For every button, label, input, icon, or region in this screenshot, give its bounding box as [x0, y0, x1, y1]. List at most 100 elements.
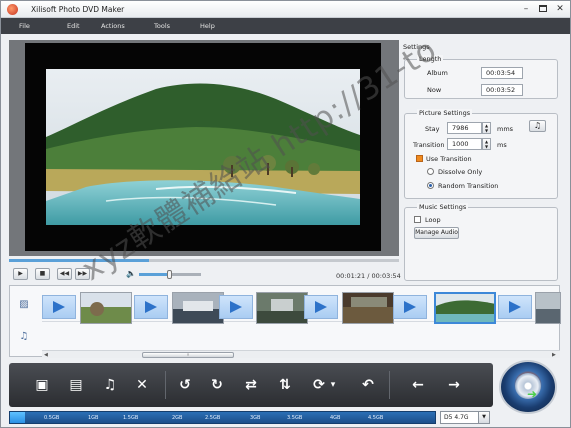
- rotate-right-button[interactable]: ↻: [206, 374, 228, 396]
- photo-thumbnail-selected[interactable]: [434, 292, 496, 324]
- add-photo-button[interactable]: ▣: [31, 374, 53, 396]
- stay-unit: mms: [497, 125, 514, 133]
- app-logo-icon: [7, 4, 18, 15]
- scroll-right-icon[interactable]: ▶: [552, 351, 556, 359]
- time-display: 00:01:21 / 00:03:54: [336, 272, 401, 280]
- picture-settings-legend: Picture Settings: [417, 109, 473, 117]
- menu-file[interactable]: File: [19, 22, 30, 30]
- main-toolbar: ▣ ▤ ♫ ✕ ↺ ↻ ⇄ ⇅ ⟳ ▾ ↶ ← →: [9, 363, 493, 407]
- loop-checkbox[interactable]: [414, 216, 421, 223]
- album-length-field: 00:03:54: [481, 67, 523, 79]
- flip-vertical-button[interactable]: ⇅: [274, 374, 296, 396]
- music-note-button[interactable]: ♫: [529, 120, 546, 132]
- stop-button[interactable]: ■: [35, 268, 50, 280]
- volume-level: [139, 273, 170, 276]
- capacity-tick: 2.5GB: [205, 415, 221, 421]
- disc-capacity-bar: 0.5GB 1GB 1.5GB 2GB 2.5GB 3GB 3.5GB 4GB …: [9, 411, 436, 424]
- dissolve-only-label: Dissolve Only: [438, 168, 483, 176]
- stay-duration-input[interactable]: 7986: [447, 122, 482, 134]
- close-button[interactable]: ✕: [554, 3, 566, 15]
- random-transition-label: Random Transition: [438, 182, 499, 190]
- photo-thumbnail[interactable]: [342, 292, 394, 324]
- disc-type-select[interactable]: D5 4.7G ▼: [440, 411, 490, 424]
- transition-item[interactable]: [219, 295, 253, 319]
- next-button[interactable]: ▶▶: [75, 268, 90, 280]
- transition-item[interactable]: [393, 295, 427, 319]
- settings-title: Settings: [403, 43, 430, 51]
- scroll-thumb[interactable]: ⁞: [142, 352, 234, 358]
- dissolve-only-radio[interactable]: [427, 168, 434, 175]
- storyboard-scrollbar[interactable]: ◀ ⁞ ▶: [42, 350, 560, 358]
- photo-thumbnail[interactable]: [256, 292, 308, 324]
- rotate-left-button[interactable]: ↺: [174, 374, 196, 396]
- previous-button[interactable]: ◀◀: [57, 268, 72, 280]
- capacity-tick: 4GB: [330, 415, 341, 421]
- random-transition-radio[interactable]: [427, 182, 434, 189]
- toolbar-separator: [165, 371, 166, 399]
- disc-type-value: D5 4.7G: [444, 414, 469, 421]
- transition-label: Transition: [413, 141, 445, 149]
- menu-bar: File Edit Actions Tools Help: [1, 18, 570, 34]
- photo-lane-icon: ▨: [19, 299, 29, 310]
- transition-item[interactable]: [42, 295, 76, 319]
- transition-dropdown-icon[interactable]: ▾: [327, 374, 339, 396]
- seek-bar[interactable]: [9, 259, 399, 262]
- volume-slider[interactable]: [139, 270, 201, 279]
- menu-actions[interactable]: Actions: [101, 22, 125, 30]
- album-label: Album: [427, 69, 448, 77]
- capacity-tick: 3.5GB: [287, 415, 303, 421]
- move-right-button[interactable]: →: [443, 374, 465, 396]
- title-bar: Xilisoft Photo DVD Maker – ✕: [1, 1, 570, 18]
- transition-unit: ms: [497, 141, 507, 149]
- use-transition-label: Use Transition: [426, 155, 472, 163]
- minimize-button[interactable]: –: [520, 3, 532, 15]
- now-label: Now: [427, 86, 442, 94]
- use-transition-checkbox[interactable]: [416, 155, 423, 162]
- stay-label: Stay: [425, 125, 440, 133]
- transition-item[interactable]: [134, 295, 168, 319]
- preview-panel: [9, 40, 399, 256]
- storyboard: ▨ ♫ ◀ ⁞ ▶: [9, 285, 561, 358]
- burn-disc-button[interactable]: ➜: [499, 360, 557, 414]
- flip-horizontal-button[interactable]: ⇄: [240, 374, 262, 396]
- photo-thumbnail[interactable]: [535, 292, 561, 324]
- length-group: Length Album 00:03:54 Now 00:03:52: [404, 55, 558, 99]
- transition-spinner[interactable]: ▲ ▼: [482, 138, 491, 150]
- capacity-used: [10, 412, 25, 423]
- transition-duration-input[interactable]: 1000: [447, 138, 482, 150]
- stay-spinner[interactable]: ▲ ▼: [482, 122, 491, 134]
- menu-tools[interactable]: Tools: [154, 22, 170, 30]
- photo-track: [42, 289, 561, 325]
- photo-thumbnail[interactable]: [172, 292, 224, 324]
- undo-button[interactable]: ↶: [357, 374, 379, 396]
- photo-thumbnail[interactable]: [80, 292, 132, 324]
- remove-button[interactable]: ✕: [131, 374, 153, 396]
- volume-icon[interactable]: 🔈: [126, 269, 136, 278]
- add-folder-button[interactable]: ▤: [65, 374, 87, 396]
- capacity-tick: 2GB: [172, 415, 183, 421]
- maximize-icon: [539, 5, 547, 12]
- volume-knob[interactable]: [167, 270, 172, 279]
- music-settings-legend: Music Settings: [417, 203, 469, 211]
- toolbar-separator: [389, 371, 390, 399]
- move-left-button[interactable]: ←: [407, 374, 429, 396]
- menu-edit[interactable]: Edit: [67, 22, 80, 30]
- preview-photo: [46, 69, 360, 225]
- play-button[interactable]: ▶: [13, 268, 28, 280]
- burn-arrow-icon: ➜: [527, 387, 538, 401]
- capacity-tick: 1.5GB: [123, 415, 139, 421]
- transition-item[interactable]: [304, 295, 338, 319]
- menu-help[interactable]: Help: [200, 22, 215, 30]
- music-lane-icon: ♫: [19, 331, 29, 342]
- chevron-down-icon[interactable]: ▼: [478, 412, 489, 423]
- length-legend: Length: [417, 55, 444, 63]
- scroll-left-icon[interactable]: ◀: [44, 351, 48, 359]
- capacity-tick: 3GB: [250, 415, 261, 421]
- transition-item[interactable]: [498, 295, 532, 319]
- add-music-button[interactable]: ♫: [99, 374, 121, 396]
- capacity-tick: 0.5GB: [44, 415, 60, 421]
- capacity-tick: 1GB: [88, 415, 99, 421]
- music-settings-group: Music Settings Loop: [404, 203, 558, 281]
- maximize-button[interactable]: [537, 3, 549, 15]
- manage-audio-button[interactable]: Manage Audio: [414, 227, 459, 239]
